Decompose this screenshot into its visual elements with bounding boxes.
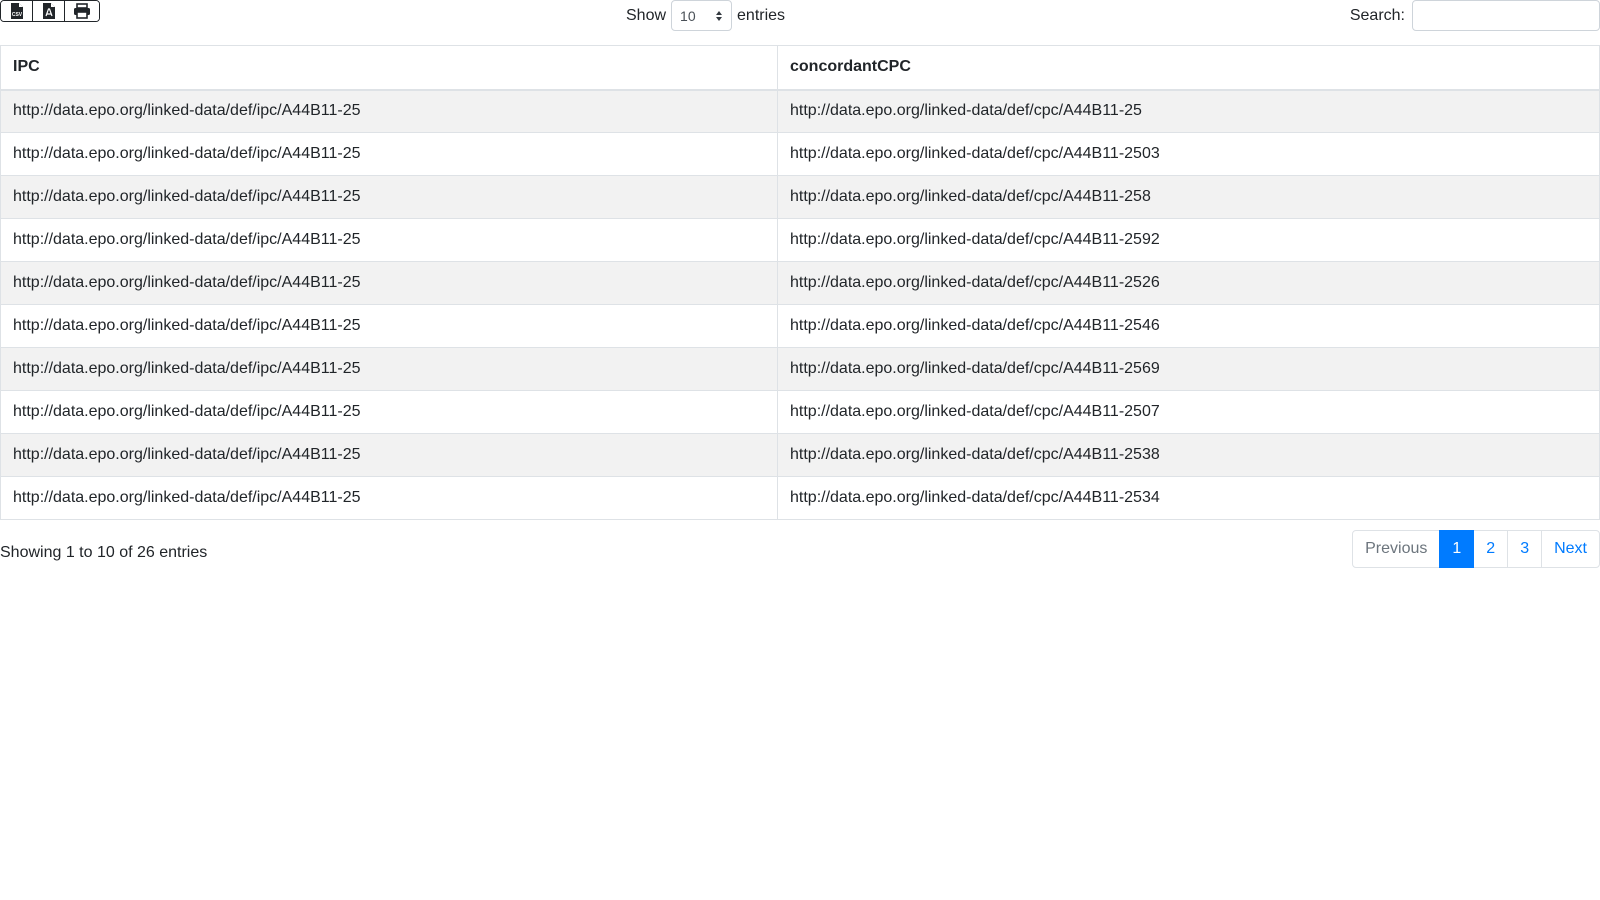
entries-per-page-select[interactable]: 10 bbox=[671, 0, 733, 31]
table-row: http://data.epo.org/linked-data/def/ipc/… bbox=[0, 89, 1600, 133]
ipc-cell: http://data.epo.org/linked-data/def/ipc/… bbox=[0, 132, 778, 176]
ipc-cell: http://data.epo.org/linked-data/def/ipc/… bbox=[0, 390, 778, 434]
page-button-1[interactable]: 1 bbox=[1439, 530, 1475, 568]
search-input[interactable] bbox=[1412, 0, 1600, 31]
table-row: http://data.epo.org/linked-data/def/ipc/… bbox=[0, 390, 1600, 434]
ipc-cell: http://data.epo.org/linked-data/def/ipc/… bbox=[0, 304, 778, 348]
column-header-concordant-cpc[interactable]: concordantCPC bbox=[777, 45, 1600, 91]
previous-page-button[interactable]: Previous bbox=[1352, 530, 1441, 568]
printer-icon bbox=[74, 3, 90, 19]
ipc-cell: http://data.epo.org/linked-data/def/ipc/… bbox=[0, 476, 778, 520]
csv-export-button[interactable]: CSV bbox=[1, 1, 33, 21]
table-row: http://data.epo.org/linked-data/def/ipc/… bbox=[0, 304, 1600, 348]
print-button[interactable] bbox=[65, 1, 99, 21]
search-label: Search: bbox=[1349, 6, 1405, 24]
table-row: http://data.epo.org/linked-data/def/ipc/… bbox=[0, 347, 1600, 391]
search-control: Search: bbox=[1350, 0, 1600, 31]
next-page-button[interactable]: Next bbox=[1541, 530, 1600, 568]
table-info: Showing 1 to 10 of 26 entries bbox=[0, 544, 208, 561]
length-control: Show 10 entries bbox=[626, 0, 785, 31]
select-caret-icon bbox=[716, 11, 723, 21]
cpc-cell: http://data.epo.org/linked-data/def/cpc/… bbox=[777, 347, 1600, 391]
file-pdf-icon bbox=[42, 3, 55, 19]
cpc-cell: http://data.epo.org/linked-data/def/cpc/… bbox=[777, 261, 1600, 305]
table-row: http://data.epo.org/linked-data/def/ipc/… bbox=[0, 175, 1600, 219]
table-header-row: IPC concordantCPC bbox=[0, 45, 1600, 91]
table-row: http://data.epo.org/linked-data/def/ipc/… bbox=[0, 132, 1600, 176]
ipc-cell: http://data.epo.org/linked-data/def/ipc/… bbox=[0, 261, 778, 305]
cpc-cell: http://data.epo.org/linked-data/def/cpc/… bbox=[777, 476, 1600, 520]
table-row: http://data.epo.org/linked-data/def/ipc/… bbox=[0, 218, 1600, 262]
table-row: http://data.epo.org/linked-data/def/ipc/… bbox=[0, 476, 1600, 520]
page-button-3[interactable]: 3 bbox=[1507, 530, 1543, 568]
ipc-cell: http://data.epo.org/linked-data/def/ipc/… bbox=[0, 433, 778, 477]
ipc-cell: http://data.epo.org/linked-data/def/ipc/… bbox=[0, 347, 778, 391]
ipc-cell: http://data.epo.org/linked-data/def/ipc/… bbox=[0, 89, 778, 133]
datatable-page: CSV Show 10 entries Search: IPC concorda… bbox=[0, 0, 1600, 900]
entries-per-page-value: 10 bbox=[680, 7, 696, 24]
cpc-cell: http://data.epo.org/linked-data/def/cpc/… bbox=[777, 304, 1600, 348]
cpc-cell: http://data.epo.org/linked-data/def/cpc/… bbox=[777, 390, 1600, 434]
cpc-cell: http://data.epo.org/linked-data/def/cpc/… bbox=[777, 132, 1600, 176]
file-csv-icon: CSV bbox=[10, 3, 23, 19]
export-button-group: CSV bbox=[0, 0, 100, 22]
table-row: http://data.epo.org/linked-data/def/ipc/… bbox=[0, 261, 1600, 305]
svg-text:CSV: CSV bbox=[11, 12, 22, 18]
pdf-export-button[interactable] bbox=[33, 1, 65, 21]
pagination: Previous 1 2 3 Next bbox=[1352, 530, 1600, 568]
table-row: http://data.epo.org/linked-data/def/ipc/… bbox=[0, 433, 1600, 477]
cpc-cell: http://data.epo.org/linked-data/def/cpc/… bbox=[777, 175, 1600, 219]
cpc-cell: http://data.epo.org/linked-data/def/cpc/… bbox=[777, 89, 1600, 133]
page-button-2[interactable]: 2 bbox=[1473, 530, 1509, 568]
results-table: IPC concordantCPC http://data.epo.org/li… bbox=[0, 45, 1600, 520]
ipc-cell: http://data.epo.org/linked-data/def/ipc/… bbox=[0, 218, 778, 262]
entries-label: entries bbox=[737, 6, 786, 24]
show-label: Show bbox=[626, 6, 667, 24]
ipc-cell: http://data.epo.org/linked-data/def/ipc/… bbox=[0, 175, 778, 219]
column-header-ipc[interactable]: IPC bbox=[0, 45, 778, 91]
cpc-cell: http://data.epo.org/linked-data/def/cpc/… bbox=[777, 433, 1600, 477]
cpc-cell: http://data.epo.org/linked-data/def/cpc/… bbox=[777, 218, 1600, 262]
